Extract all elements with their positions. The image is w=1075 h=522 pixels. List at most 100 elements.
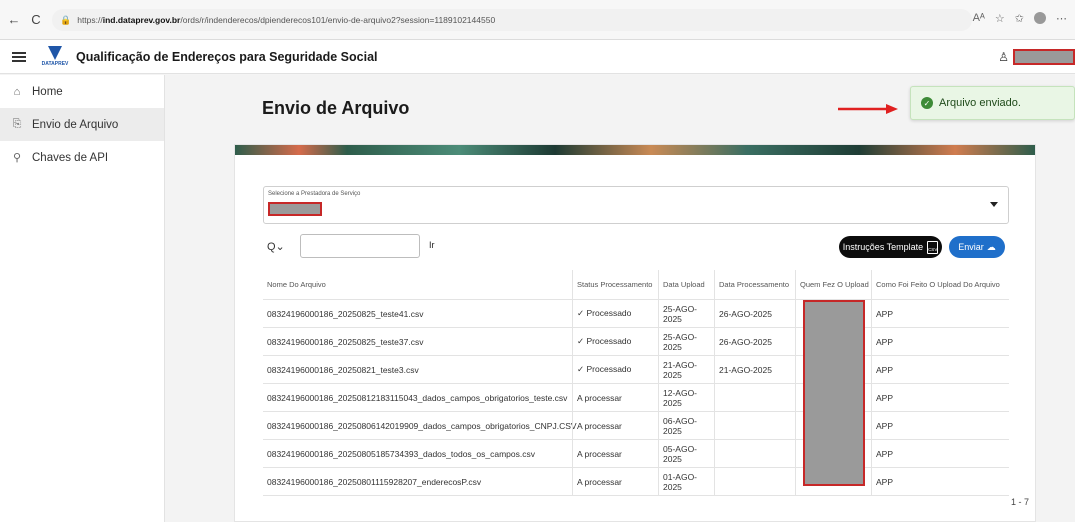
read-aloud-icon[interactable]: Aᴬ: [973, 12, 985, 25]
url-prefix: https://: [77, 15, 103, 25]
user-menu[interactable]: ♙: [998, 49, 1075, 65]
files-table: Nome Do Arquivo Status Processamento Dat…: [263, 270, 1009, 496]
select-label: Selecione a Prestadora de Serviço: [268, 191, 361, 197]
column-header[interactable]: Data Processamento: [714, 270, 795, 299]
upload-method-cell: APP: [871, 468, 1009, 495]
url-path: /ords/r/indenderecos/dpienderecos101/env…: [180, 15, 496, 25]
table-row: 08324196000186_20250812183115043_dados_c…: [263, 384, 1009, 412]
processing-date-cell: [714, 468, 795, 495]
upload-method-cell: APP: [871, 440, 1009, 467]
annotation-arrow-icon: [838, 104, 898, 114]
success-toast: ✓ Arquivo enviado.: [910, 86, 1075, 120]
sidebar-item-envio-de-arquivo[interactable]: ⎘ Envio de Arquivo: [0, 108, 164, 141]
upload-card: Selecione a Prestadora de Serviço Q⌄ Ir …: [234, 144, 1036, 522]
upload-method-cell: APP: [871, 384, 1009, 411]
cloud-upload-icon: ☁: [986, 241, 996, 252]
table-row: 08324196000186_20250821_teste3.csv ✓ Proc…: [263, 356, 1009, 384]
page-title: Envio de Arquivo: [262, 98, 410, 118]
favorite-star-icon[interactable]: ☆: [995, 12, 1005, 25]
home-icon: ⌂: [13, 85, 21, 98]
search-column-icon[interactable]: Q⌄: [267, 240, 285, 253]
column-header[interactable]: Quem Fez O Upload: [795, 270, 871, 299]
upload-date-cell: 21-AGO-2025: [658, 356, 714, 383]
processing-date-cell: [714, 412, 795, 439]
processing-date-cell: 26-AGO-2025: [714, 300, 795, 327]
table-row: 08324196000186_20250825_teste37.csv ✓ Pro…: [263, 328, 1009, 356]
more-icon[interactable]: ⋯: [1056, 12, 1067, 25]
refresh-icon[interactable]: C: [28, 12, 44, 27]
sidebar-item-label: Home: [32, 85, 63, 98]
redacted-selected-value: [268, 202, 322, 216]
file-name-cell: 08324196000186_20250825_teste41.csv: [267, 308, 424, 319]
template-button-label: Instruções Template: [842, 242, 924, 252]
app-header: DATAPREV Qualificação de Endereços para …: [0, 40, 1075, 74]
key-icon: ⚲: [12, 152, 22, 164]
favorites-icon[interactable]: ✩: [1015, 12, 1024, 25]
csv-file-icon: CSV: [927, 240, 939, 254]
upload-method-cell: APP: [871, 300, 1009, 327]
upload-method-cell: APP: [871, 328, 1009, 355]
upload-date-cell: 01-AGO-2025: [658, 468, 714, 495]
send-button[interactable]: Enviar ☁: [949, 236, 1005, 258]
upload-method-cell: APP: [871, 356, 1009, 383]
search-input[interactable]: [300, 234, 420, 258]
sidebar-item-chaves-de-api[interactable]: ⚲ Chaves de API: [0, 141, 164, 174]
redacted-username: [1013, 49, 1075, 65]
redacted-uploader-column: [803, 300, 865, 486]
browser-toolbar: ← C 🔒 https://ind.dataprev.gov.br/ords/r…: [0, 0, 1075, 40]
table-row: 08324196000186_20250801115928207_enderec…: [263, 468, 1009, 496]
processing-date-cell: 21-AGO-2025: [714, 356, 795, 383]
sidebar-item-label: Chaves de API: [32, 151, 109, 164]
dataprev-logo: DATAPREV: [40, 46, 70, 67]
table-row: 08324196000186_20250806142019909_dados_c…: [263, 412, 1009, 440]
status-cell: A processar: [572, 412, 658, 439]
pagination-range: 1 - 7: [1010, 497, 1029, 507]
table-row: 08324196000186_20250825_teste41.csv ✓ Pro…: [263, 300, 1009, 328]
status-cell: ✓ Processado: [572, 356, 658, 383]
upload-date-cell: 12-AGO-2025: [658, 384, 714, 411]
column-header[interactable]: Como Foi Feito O Upload Do Arquivo: [871, 270, 1009, 299]
processing-date-cell: [714, 384, 795, 411]
table-header-row: Nome Do Arquivo Status Processamento Dat…: [263, 270, 1009, 300]
sidebar-item-label: Envio de Arquivo: [32, 118, 119, 131]
address-bar[interactable]: 🔒 https://ind.dataprev.gov.br/ords/r/ind…: [52, 9, 972, 31]
prestadora-select[interactable]: Selecione a Prestadora de Serviço: [263, 186, 1009, 224]
user-icon[interactable]: ♙: [998, 50, 1009, 64]
status-cell: A processar: [572, 384, 658, 411]
url-host: ind.dataprev.gov.br: [102, 15, 181, 25]
table-row: 08324196000186_20250805185734393_dados_t…: [263, 440, 1009, 468]
back-icon[interactable]: ←: [6, 12, 22, 27]
report-toolbar: Q⌄ Ir Instruções Template CSV Enviar ☁: [263, 234, 1009, 260]
sidebar-item-home[interactable]: ⌂ Home: [0, 75, 164, 108]
lock-icon: 🔒: [60, 14, 72, 25]
app-title: Qualificação de Endereços para Seguridad…: [76, 49, 378, 64]
caret-down-icon[interactable]: [990, 202, 998, 207]
column-header[interactable]: Data Upload: [658, 270, 714, 299]
file-name-cell: 08324196000186_20250825_teste37.csv: [267, 336, 424, 347]
status-cell: A processar: [572, 468, 658, 495]
file-name-cell: 08324196000186_20250801115928207_enderec…: [267, 476, 482, 487]
upload-date-cell: 25-AGO-2025: [658, 328, 714, 355]
processing-date-cell: [714, 440, 795, 467]
logo-text: DATAPREV: [41, 61, 69, 67]
file-name-cell: 08324196000186_20250805185734393_dados_t…: [267, 448, 535, 459]
profile-avatar[interactable]: [1034, 12, 1046, 24]
decorative-banner: [235, 145, 1035, 155]
send-button-label: Enviar: [958, 242, 984, 252]
logo-mark-icon: [48, 46, 62, 60]
column-header[interactable]: Nome Do Arquivo: [263, 270, 572, 299]
status-cell: A processar: [572, 440, 658, 467]
status-cell: ✓ Processado: [572, 328, 658, 355]
processing-date-cell: 26-AGO-2025: [714, 328, 795, 355]
template-instructions-button[interactable]: Instruções Template CSV: [839, 236, 942, 258]
menu-icon[interactable]: [12, 50, 26, 64]
upload-method-cell: APP: [871, 412, 1009, 439]
sidebar: ⌂ Home ⎘ Envio de Arquivo ⚲ Chaves de AP…: [0, 75, 165, 522]
go-button[interactable]: Ir: [429, 240, 435, 250]
upload-date-cell: 05-AGO-2025: [658, 440, 714, 467]
check-circle-icon: ✓: [921, 97, 933, 109]
status-cell: ✓ Processado: [572, 300, 658, 327]
column-header[interactable]: Status Processamento: [572, 270, 658, 299]
file-name-cell: 08324196000186_20250806142019909_dados_c…: [267, 420, 577, 431]
upload-date-cell: 06-AGO-2025: [658, 412, 714, 439]
